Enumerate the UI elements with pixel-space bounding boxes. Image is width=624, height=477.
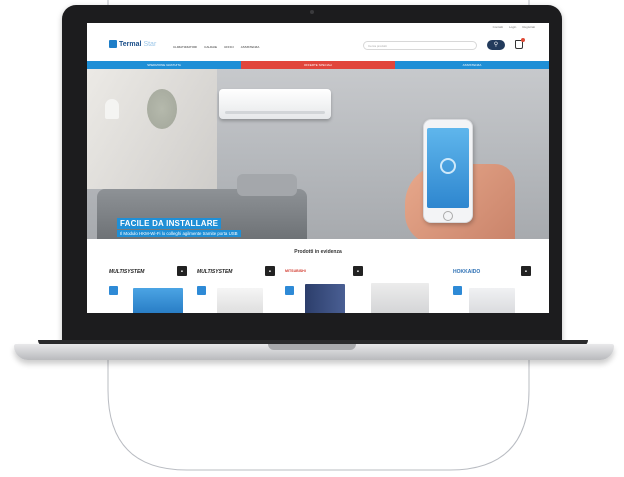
thermostat-dial-icon (440, 158, 456, 174)
air-conditioner-image (219, 89, 331, 119)
product-image (371, 283, 429, 313)
product-brand: MITSUBISHI (285, 269, 306, 273)
product-image (305, 284, 345, 313)
laptop-notch (268, 344, 356, 350)
nav-item-caldaie[interactable]: CALDAIE (204, 45, 217, 49)
product-image (469, 288, 515, 313)
hero-plant (147, 89, 177, 129)
product-card[interactable]: MITSUBISHI ■ (283, 266, 367, 313)
featured-products: MULTISYSTEM ■ MULTISYSTEM ■ MITSUBISHI ■… (107, 266, 537, 313)
product-category-icon (285, 286, 294, 295)
camera-icon (310, 10, 314, 14)
product-category-icon (109, 286, 118, 295)
product-badge-icon: ■ (521, 266, 531, 276)
top-link-contact[interactable]: Contatti (493, 25, 503, 29)
product-badge-icon: ■ (177, 266, 187, 276)
product-card[interactable] (371, 266, 449, 313)
product-brand: MULTISYSTEM (197, 269, 233, 275)
top-link-register[interactable]: Registrati (522, 25, 535, 29)
hero-lamp (105, 99, 119, 119)
smartphone-image (423, 119, 473, 223)
product-brand: MULTISYSTEM (109, 269, 145, 275)
promo-item-offers[interactable]: OFFERTE SPECIALI (241, 61, 395, 69)
product-card[interactable]: HOKKAIDO ■ (451, 266, 535, 313)
product-brand: HOKKAIDO (453, 269, 481, 275)
product-card[interactable]: MULTISYSTEM ■ (107, 266, 191, 313)
promo-item-support[interactable]: ASSISTENZA (395, 61, 549, 69)
product-category-icon (197, 286, 206, 295)
top-link-login[interactable]: Login (509, 25, 516, 29)
nav-item-climatizzatori[interactable]: CLIMATIZZATORI (173, 45, 197, 49)
cart-badge (521, 38, 525, 42)
search-button[interactable]: ⚲ (487, 40, 505, 50)
site-logo[interactable]: Termal Star (109, 40, 156, 48)
promo-item-shipping[interactable]: SPEDIZIONE GRATUITA (87, 61, 241, 69)
logo-text-accent: Star (143, 40, 157, 48)
main-nav: CLIMATIZZATORI CALDAIE UFFICI ASSISTENZA (173, 45, 259, 49)
product-badge-icon: ■ (265, 266, 275, 276)
nav-item-assistenza[interactable]: ASSISTENZA (241, 45, 260, 49)
product-card[interactable]: MULTISYSTEM ■ (195, 266, 279, 313)
product-category-icon (453, 286, 462, 295)
search-icon: ⚲ (493, 42, 499, 48)
section-title: Prodotti in evidenza (294, 249, 342, 255)
laptop-screen: Contatti Login Registrati Termal Star CL… (87, 23, 549, 313)
hero-subtitle: Il Modulo HKM-Wi-Fi lo colleghi agilment… (117, 230, 241, 237)
search-input[interactable]: Cerca prodotti (363, 41, 477, 50)
hero-banner[interactable]: FACILE DA INSTALLARE Il Modulo HKM-Wi-Fi… (87, 69, 549, 239)
logo-mark-icon (109, 40, 117, 48)
product-image (133, 288, 183, 313)
product-image (217, 288, 263, 313)
top-links-bar: Contatti Login Registrati (87, 23, 549, 33)
hero-title: FACILE DA INSTALLARE (117, 218, 222, 229)
product-badge-icon: ■ (353, 266, 363, 276)
logo-text: Termal (119, 40, 142, 48)
hero-cushion (237, 174, 297, 196)
promo-bar: SPEDIZIONE GRATUITA OFFERTE SPECIALI ASS… (87, 61, 549, 69)
nav-item-uffici[interactable]: UFFICI (224, 45, 234, 49)
hero-kitchen-background (87, 69, 217, 189)
